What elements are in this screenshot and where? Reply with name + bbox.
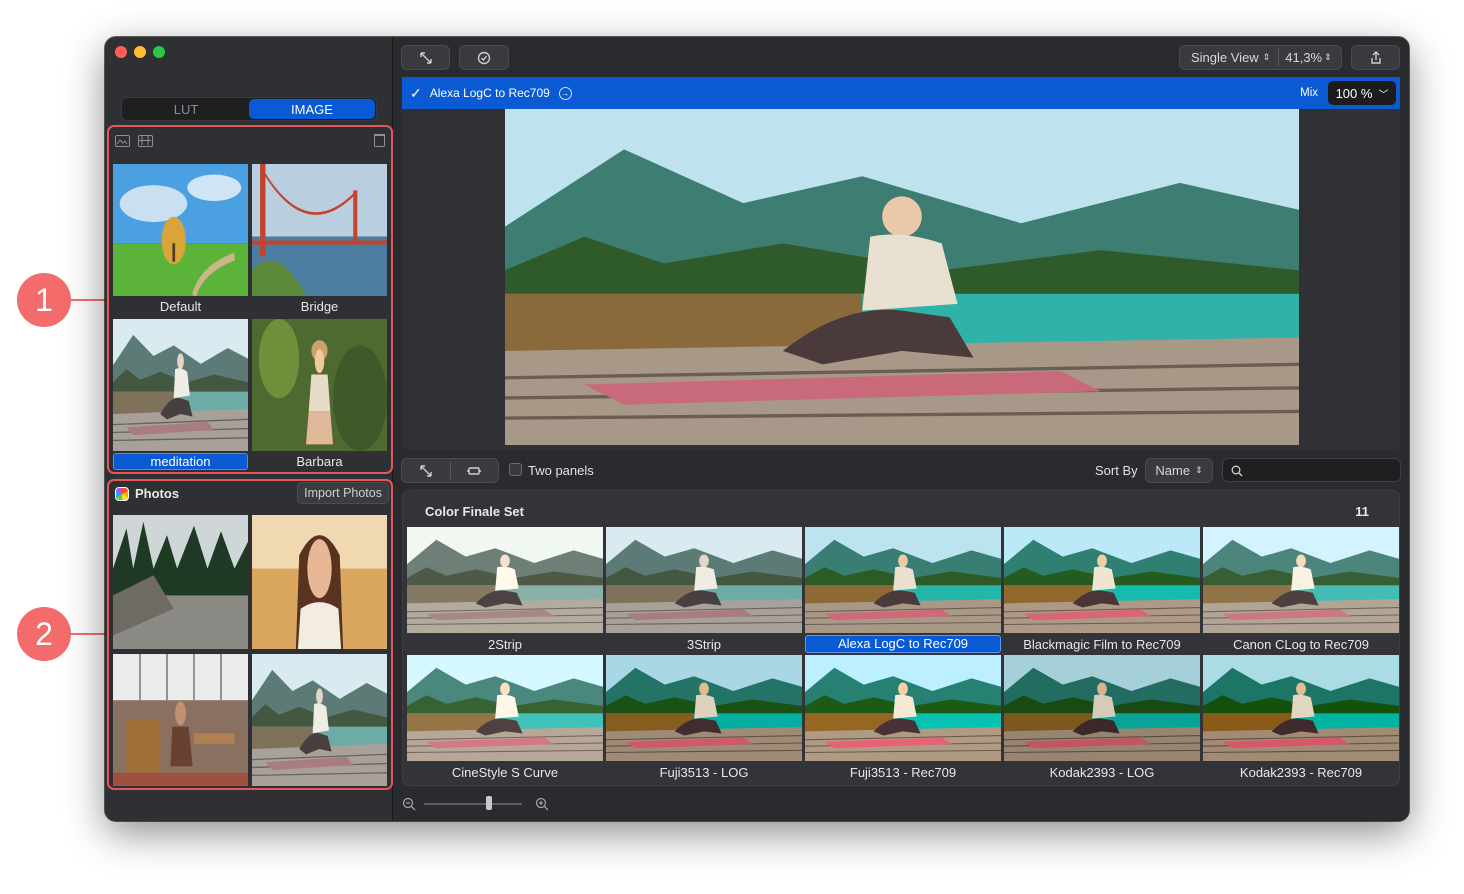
- expand-icon: [420, 464, 432, 477]
- image-label-meditation: meditation: [113, 453, 248, 470]
- lut-thumb[interactable]: [1004, 527, 1200, 633]
- view-mode-label: Single View: [1191, 50, 1259, 65]
- lut-thumb[interactable]: [606, 655, 802, 761]
- share-button[interactable]: [1351, 45, 1400, 70]
- lut-thumb[interactable]: [805, 655, 1001, 761]
- lut-label: 2Strip: [488, 637, 522, 652]
- close-window-button[interactable]: [115, 46, 127, 58]
- two-panels-checkbox[interactable]: [509, 463, 522, 476]
- image-thumb-barbara[interactable]: [252, 319, 387, 451]
- view-mode-select[interactable]: Single View ⇕: [1180, 50, 1270, 65]
- lut-label: Fuji3513 - LOG: [659, 765, 749, 780]
- app-window: LUT IMAGE Default Bridge meditation Barb…: [105, 37, 1409, 821]
- photo-thumb[interactable]: [252, 654, 387, 786]
- compare-button[interactable]: [459, 45, 509, 70]
- main-area: Single View ⇕ 41,3% ⇕ ✓ Alexa LogC to Re…: [394, 37, 1409, 821]
- expand-button[interactable]: [401, 45, 450, 70]
- lut-set-count: 11: [1355, 504, 1369, 519]
- photos-library-group: Photos Import Photos: [107, 479, 393, 790]
- arrow-circle-icon[interactable]: →: [558, 86, 572, 100]
- lut-image-segmented-control: LUT IMAGE: [121, 97, 377, 121]
- mix-value: 100 %: [1335, 85, 1373, 101]
- lut-label: Canon CLog to Rec709: [1233, 637, 1369, 652]
- search-input[interactable]: [1222, 458, 1401, 482]
- photos-title: Photos: [135, 486, 180, 501]
- zoom-window-button[interactable]: [153, 46, 165, 58]
- lut-label: Kodak2393 - Rec709: [1239, 765, 1363, 780]
- import-photos-button[interactable]: Import Photos: [297, 482, 389, 504]
- share-icon: [1370, 50, 1381, 64]
- callout-2: 2: [17, 607, 71, 661]
- lut-thumb[interactable]: [1203, 527, 1399, 633]
- callout-1: 1: [17, 273, 71, 327]
- trash-icon[interactable]: [374, 134, 385, 147]
- lut-thumb[interactable]: [407, 655, 603, 761]
- lut-label: 3Strip: [687, 637, 721, 652]
- checkmark-circle-icon: [477, 51, 491, 64]
- image-library-group: Default Bridge meditation Barbara: [107, 125, 393, 474]
- lut-label: Alexa LogC to Rec709: [805, 635, 1001, 653]
- active-lut-name: Alexa LogC to Rec709: [429, 86, 550, 100]
- image-thumb-default[interactable]: [113, 164, 248, 296]
- lut-thumb[interactable]: [1004, 655, 1200, 761]
- thumbnail-size-slider[interactable]: [424, 803, 522, 805]
- updown-icon: ⇕: [1324, 52, 1332, 62]
- lut-label: Blackmagic Film to Rec709: [1023, 637, 1181, 652]
- lut-thumb[interactable]: [606, 527, 802, 633]
- lut-label: CineStyle S Curve: [451, 765, 559, 780]
- image-label-default: Default: [159, 299, 202, 314]
- zoom-label: 41,3%: [1285, 50, 1323, 65]
- photo-thumb[interactable]: [252, 515, 387, 649]
- image-icon[interactable]: [115, 135, 130, 147]
- image-thumb-bridge[interactable]: [252, 164, 387, 296]
- lut-label: Fuji3513 - Rec709: [849, 765, 957, 780]
- updown-icon: ⇕: [1262, 52, 1271, 62]
- lut-set-title: Color Finale Set: [425, 504, 524, 519]
- lut-thumb[interactable]: [805, 527, 1001, 633]
- sidebar: LUT IMAGE Default Bridge meditation Barb…: [105, 37, 393, 821]
- lut-thumb[interactable]: [1203, 655, 1399, 761]
- lut-thumb[interactable]: [407, 527, 603, 633]
- lut-label: Kodak2393 - LOG: [1049, 765, 1155, 780]
- updown-icon: ⇕: [1195, 465, 1203, 475]
- segment-image[interactable]: IMAGE: [249, 99, 375, 119]
- photo-thumb[interactable]: [113, 654, 248, 786]
- chevron-down-icon: ﹀: [1378, 89, 1389, 101]
- search-icon: [1231, 465, 1243, 477]
- lut-grid-panel: Color Finale Set 11 2Strip 3Strip Alexa Lo…: [402, 490, 1400, 786]
- segment-lut[interactable]: LUT: [123, 99, 249, 119]
- callout-1-line: [71, 299, 107, 301]
- expand-toggle-group: [401, 458, 499, 483]
- active-lut-bar: ✓ Alexa LogC to Rec709 → Mix 100 % ﹀: [402, 77, 1400, 109]
- sort-by-label: Sort By: [1095, 463, 1138, 478]
- zoom-in-icon[interactable]: [535, 797, 549, 811]
- thumbnail-size-slider-knob[interactable]: [486, 796, 492, 810]
- checkmark-icon[interactable]: ✓: [410, 85, 422, 102]
- zoom-out-icon[interactable]: [402, 797, 416, 811]
- swap-icon: [467, 466, 482, 475]
- mix-label: Mix: [1300, 87, 1318, 99]
- expand-small-button[interactable]: [402, 464, 450, 478]
- photo-thumb[interactable]: [113, 515, 248, 649]
- expand-icon: [419, 51, 432, 64]
- zoom-select[interactable]: 41,3% ⇕: [1279, 50, 1331, 65]
- sort-select[interactable]: Name ⇕: [1145, 458, 1213, 483]
- two-panels-label: Two panels: [528, 463, 594, 478]
- swap-button[interactable]: [451, 465, 498, 477]
- view-zoom-group: Single View ⇕ 41,3% ⇕: [1179, 45, 1342, 70]
- mix-select[interactable]: 100 % ﹀: [1328, 81, 1396, 105]
- photos-app-icon: [115, 486, 129, 501]
- callout-2-line: [71, 633, 107, 635]
- preview-image: [505, 109, 1299, 445]
- image-viewer[interactable]: [402, 109, 1400, 450]
- image-label-bridge: Bridge: [300, 299, 339, 314]
- film-icon[interactable]: [138, 135, 153, 147]
- minimize-window-button[interactable]: [134, 46, 146, 58]
- image-thumb-meditation[interactable]: [113, 319, 248, 451]
- image-label-barbara: Barbara: [296, 454, 343, 469]
- sort-value: Name: [1155, 463, 1191, 478]
